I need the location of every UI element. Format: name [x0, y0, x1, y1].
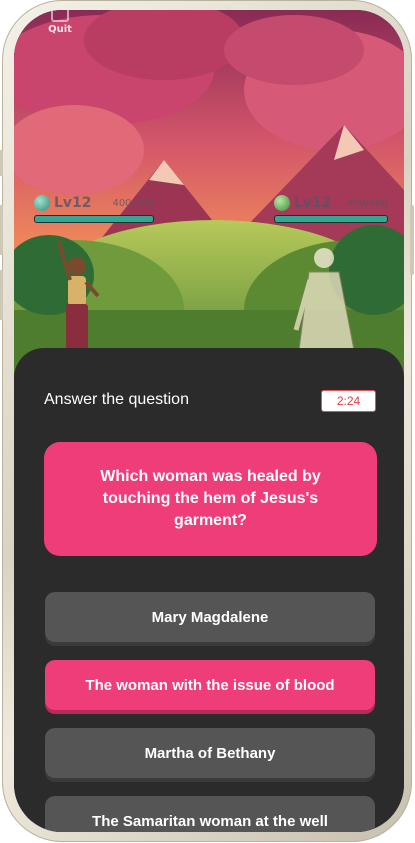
mute-switch	[0, 150, 3, 176]
screen: Quit Lv12 400/400 Lv12 400/400 Answer th…	[14, 10, 404, 832]
question-text: Which woman was healed by touching the h…	[100, 468, 321, 529]
opponent-hp-bar	[274, 215, 388, 223]
panel-title: Answer the question	[44, 391, 189, 408]
opponent-level: Lv12	[294, 195, 332, 211]
gem-icon	[274, 195, 290, 211]
player-level: Lv12	[54, 195, 92, 211]
volume-up-button	[0, 205, 3, 255]
opponent-hp-text: 400/400	[346, 197, 388, 209]
player-hp-text: 400/400	[112, 197, 154, 209]
answer-label: The woman with the issue of blood	[85, 676, 335, 694]
phone-frame: Quit Lv12 400/400 Lv12 400/400 Answer th…	[0, 0, 414, 842]
gem-icon	[34, 195, 50, 211]
opponent-hp-fill	[275, 216, 387, 222]
player-status: Lv12 400/400	[34, 193, 154, 223]
answer-label: The Samaritan woman at the well	[92, 812, 328, 830]
quit-button[interactable]: Quit	[40, 10, 80, 35]
power-button	[410, 205, 414, 275]
answer-option[interactable]: The woman with the issue of blood	[45, 660, 375, 710]
opponent-status: Lv12 400/400	[274, 193, 388, 223]
quiz-panel: Answer the question 2:24 Which woman was…	[14, 348, 404, 832]
player-hp-fill	[35, 216, 153, 222]
quit-label: Quit	[48, 24, 72, 35]
answer-option[interactable]: Martha of Bethany	[45, 728, 375, 778]
answer-option[interactable]: The Samaritan woman at the well	[45, 796, 375, 832]
volume-down-button	[0, 270, 3, 320]
question-card: Which woman was healed by touching the h…	[44, 442, 377, 556]
answer-option[interactable]: Mary Magdalene	[45, 592, 375, 642]
exit-icon	[51, 10, 69, 22]
countdown-timer: 2:24	[321, 390, 376, 412]
player-hp-bar	[34, 215, 154, 223]
answer-label: Mary Magdalene	[151, 608, 269, 626]
answer-label: Martha of Bethany	[144, 744, 276, 762]
